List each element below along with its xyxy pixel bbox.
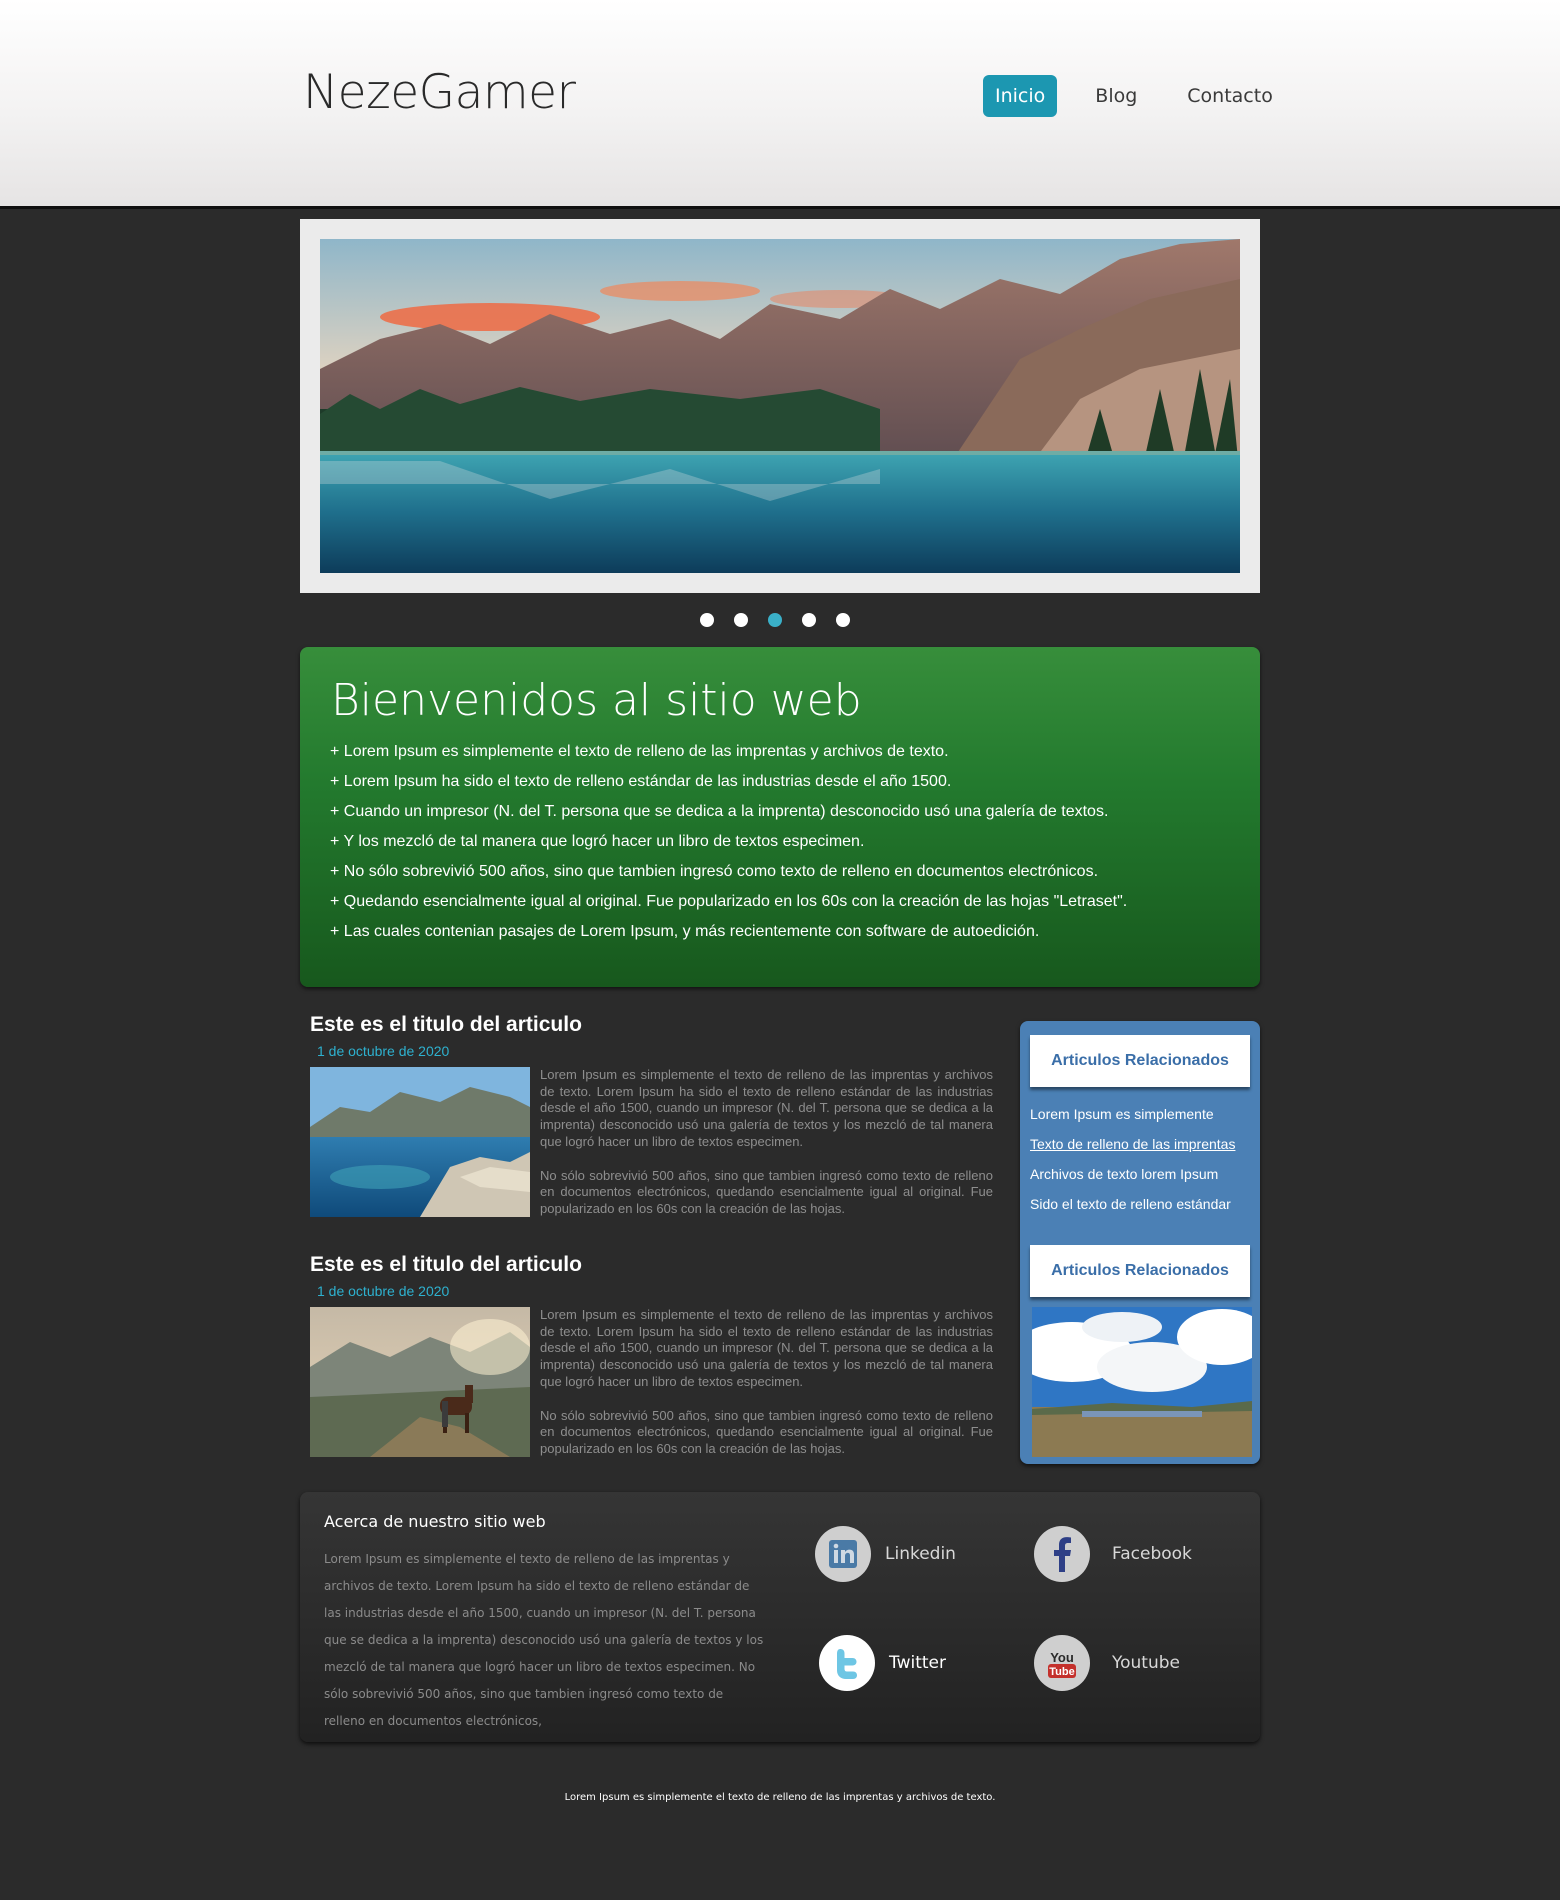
svg-text:Tube: Tube (1049, 1666, 1074, 1678)
site-logo[interactable]: NezeGamer (303, 65, 576, 120)
welcome-item: + Cuando un impresor (N. del T. persona … (330, 803, 1109, 820)
article-image[interactable] (310, 1307, 530, 1457)
related-link-1[interactable]: Lorem Ipsum es simplemente (1030, 1105, 1235, 1135)
article-paragraph: Lorem Ipsum es simplemente el texto de r… (540, 1307, 993, 1389)
article-card: Este es el titulo del articulo 1 de octu… (310, 1253, 1000, 1457)
article-body: Lorem Ipsum es simplemente el texto de r… (540, 1067, 993, 1235)
related-link-3[interactable]: Archivos de texto lorem Ipsum (1030, 1165, 1235, 1195)
welcome-item: + No sólo sobrevivió 500 años, sino que … (330, 863, 1099, 880)
about-title: Acerca de nuestro sitio web (324, 1512, 546, 1531)
social-label: Facebook (1112, 1544, 1192, 1564)
slider-dot-5[interactable] (836, 613, 850, 627)
social-label: Twitter (889, 1653, 946, 1673)
slider-dot-2[interactable] (734, 613, 748, 627)
welcome-item: + Lorem Ipsum ha sido el texto de rellen… (330, 773, 952, 790)
welcome-item: + Las cuales contenian pasajes de Lorem … (330, 923, 1040, 940)
footer-section: Acerca de nuestro sitio web Lorem Ipsum … (300, 1492, 1260, 1742)
social-facebook[interactable]: Facebook (1034, 1526, 1192, 1582)
facebook-icon (1034, 1526, 1090, 1582)
related-link-4[interactable]: Sido el texto de relleno estándar (1030, 1195, 1235, 1225)
social-twitter[interactable]: Twitter (819, 1635, 946, 1691)
social-linkedin[interactable]: Linkedin (815, 1526, 956, 1582)
sidebar-heading: Articulos Relacionados (1030, 1035, 1250, 1087)
article-image[interactable] (310, 1067, 530, 1217)
article-paragraph: No sólo sobrevivió 500 años, sino que ta… (540, 1407, 993, 1456)
sidebar-heading: Articulos Relacionados (1030, 1245, 1250, 1297)
social-label: Youtube (1112, 1653, 1180, 1673)
slider-dot-4[interactable] (802, 613, 816, 627)
copyright-text: Lorem Ipsum es simplemente el texto de r… (564, 1792, 996, 1803)
linkedin-icon (815, 1526, 871, 1582)
slider-dot-1[interactable] (700, 613, 714, 627)
article-title[interactable]: Este es el titulo del articulo (310, 1253, 1000, 1277)
slider-image[interactable] (320, 239, 1240, 573)
welcome-item: + Y los mezcló de tal manera que logró h… (330, 833, 865, 850)
article-body: Lorem Ipsum es simplemente el texto de r… (540, 1307, 993, 1475)
article-paragraph: No sólo sobrevivió 500 años, sino que ta… (540, 1167, 993, 1216)
related-link-2[interactable]: Texto de relleno de las imprentas (1030, 1135, 1235, 1165)
nav-inicio[interactable]: Inicio (983, 75, 1058, 117)
slider-pagination (700, 613, 850, 627)
sidebar-image[interactable] (1032, 1307, 1252, 1457)
slider (300, 219, 1260, 593)
twitter-icon (819, 1635, 875, 1691)
social-youtube[interactable]: You Tube Youtube (1034, 1635, 1180, 1691)
article-paragraph: Lorem Ipsum es simplemente el texto de r… (540, 1067, 993, 1149)
article-date: 1 de octubre de 2020 (317, 1043, 450, 1059)
social-label: Linkedin (885, 1544, 956, 1564)
welcome-item: + Quedando esencialmente igual al origin… (330, 893, 1128, 910)
about-text: Lorem Ipsum es simplemente el texto de r… (324, 1552, 764, 1728)
welcome-list: + Lorem Ipsum es simplemente el texto de… (330, 743, 1127, 953)
nav-contacto[interactable]: Contacto (1175, 75, 1285, 117)
youtube-icon: You Tube (1034, 1635, 1090, 1691)
welcome-title: Bienvenidos al sitio web (331, 675, 862, 726)
article-card: Este es el titulo del articulo 1 de octu… (310, 1013, 1000, 1217)
sidebar: Articulos Relacionados Lorem Ipsum es si… (1020, 1021, 1260, 1464)
svg-text:You: You (1050, 1650, 1074, 1665)
article-date: 1 de octubre de 2020 (317, 1283, 450, 1299)
nav-blog[interactable]: Blog (1083, 75, 1149, 117)
related-links: Lorem Ipsum es simplemente Texto de rell… (1030, 1105, 1235, 1225)
main-nav: Inicio Blog Contacto (983, 74, 1285, 118)
slider-dot-3[interactable] (768, 613, 782, 627)
site-header: NezeGamer Inicio Blog Contacto (0, 0, 1560, 209)
article-title[interactable]: Este es el titulo del articulo (310, 1013, 1000, 1037)
welcome-box: Bienvenidos al sitio web + Lorem Ipsum e… (300, 647, 1260, 987)
welcome-item: + Lorem Ipsum es simplemente el texto de… (330, 743, 949, 760)
